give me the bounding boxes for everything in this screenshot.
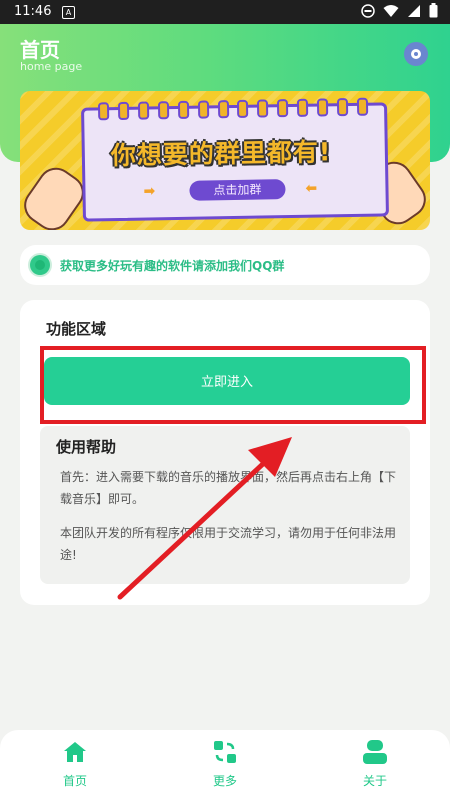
function-area-panel: 功能区域 立即进入 使用帮助 首先：进入需要下载的音乐的播放界面，然后再点击右上…: [20, 300, 430, 605]
signal-icon: [408, 4, 420, 17]
highlight-box: [40, 346, 426, 424]
function-area-title: 功能区域: [46, 320, 107, 338]
arrow-right-icon: ➡: [143, 183, 156, 200]
home-icon: [63, 740, 87, 764]
notice-dot-icon: [30, 255, 50, 275]
battery-icon: [429, 3, 438, 18]
wifi-icon: [383, 4, 399, 17]
tab-about-label: 关于: [362, 774, 387, 788]
tab-home[interactable]: 首页: [35, 740, 115, 789]
tab-home-label: 首页: [62, 774, 87, 788]
notice-text: 获取更多好玩有趣的软件请添加我们QQ群: [60, 259, 285, 273]
help-section: 使用帮助 首先：进入需要下载的音乐的播放界面，然后再点击右上角【下载音乐】即可。…: [40, 426, 410, 584]
join-group-banner[interactable]: 你想要的群里都有! ➡ 点击加群 ⬅: [20, 91, 430, 230]
qq-group-notice[interactable]: 获取更多好玩有趣的软件请添加我们QQ群: [20, 245, 430, 285]
tab-about[interactable]: 关于: [335, 740, 415, 789]
help-title: 使用帮助: [56, 438, 117, 456]
user-icon: [363, 740, 387, 764]
status-time: 11:46: [14, 4, 52, 19]
status-indicator: A: [62, 6, 75, 19]
tab-more[interactable]: 更多: [185, 740, 265, 789]
page-title: 首页: [20, 38, 60, 62]
status-icons: [361, 3, 438, 18]
banner-slogan: 你想要的群里都有!: [110, 137, 332, 171]
apps-refresh-icon: [213, 740, 237, 764]
dnd-icon: [361, 3, 375, 18]
banner-card: 你想要的群里都有! ➡ 点击加群 ⬅: [81, 97, 389, 222]
page-subtitle: home page: [20, 60, 83, 73]
join-group-button[interactable]: 点击加群: [189, 179, 286, 201]
music-disc-icon[interactable]: [404, 42, 428, 66]
status-bar: 11:46 A: [0, 0, 450, 24]
help-paragraph-2: 本团队开发的所有程序仅限用于交流学习，请勿用于任何非法用途!: [60, 526, 397, 562]
bottom-tab-bar: 首页 更多 关于: [0, 730, 450, 800]
tab-more-label: 更多: [212, 774, 237, 788]
help-paragraph-1: 首先：进入需要下载的音乐的播放界面，然后再点击右上角【下载音乐】即可。: [60, 470, 397, 506]
arrow-left-icon: ⬅: [305, 180, 318, 197]
